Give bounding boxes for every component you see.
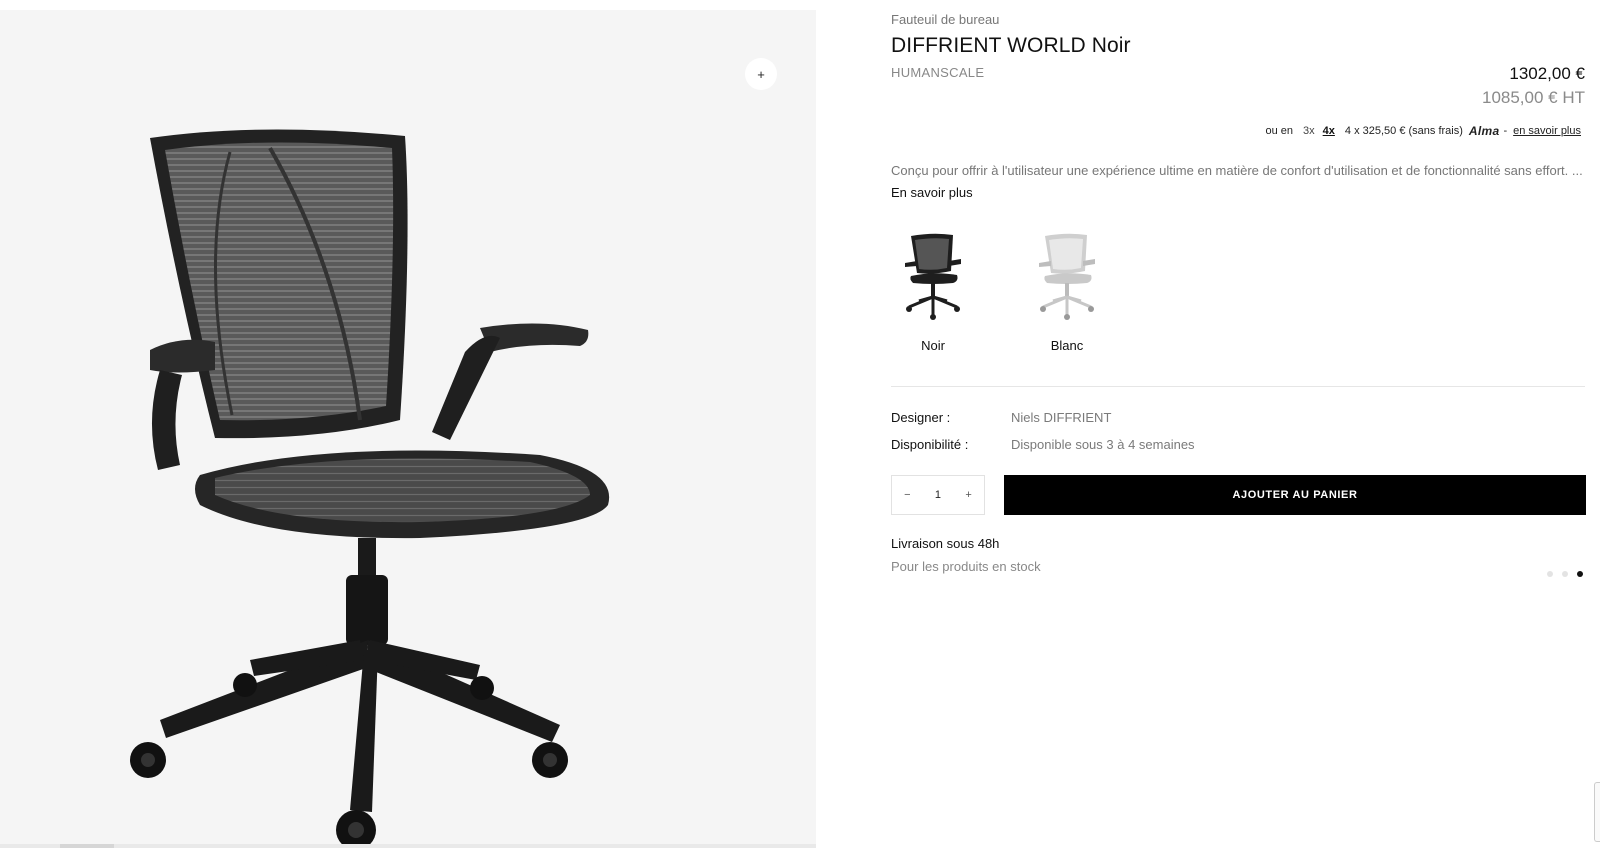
page-scrollbar[interactable] — [1594, 782, 1600, 842]
spec-availability: Disponibilité : Disponible sous 3 à 4 se… — [891, 437, 1195, 452]
financing-prefix: ou en — [1265, 125, 1294, 137]
gallery-scroll-thumb[interactable] — [60, 844, 114, 848]
spec-designer: Designer : Niels DIFFRIENT — [891, 410, 1111, 425]
spec-designer-key: Designer : — [891, 410, 951, 425]
gallery-scrollbar[interactable] — [0, 844, 816, 848]
carousel-dot[interactable] — [1562, 571, 1568, 577]
product-brand[interactable]: HUMANSCALE — [891, 65, 984, 80]
financing-separator: - — [1503, 125, 1508, 137]
alma-financing: ou en 3x 4x 4 x 325,50 € (sans frais) Al… — [1265, 124, 1581, 138]
financing-learn-more-link[interactable]: en savoir plus — [1513, 125, 1581, 137]
variant-blanc[interactable]: Blanc — [1025, 226, 1109, 353]
alma-logo: Alma — [1468, 124, 1500, 138]
variant-noir[interactable]: Noir — [891, 226, 975, 353]
financing-amount: 4 x 325,50 € (sans frais) — [1344, 125, 1463, 137]
add-to-cart-button[interactable]: AJOUTER AU PANIER — [1004, 475, 1586, 515]
zoom-button[interactable]: + — [745, 58, 777, 90]
description-more-link[interactable]: En savoir plus — [891, 185, 973, 200]
carousel-dot-active[interactable] — [1577, 571, 1583, 577]
spec-designer-value: Niels DIFFRIENT — [1011, 410, 1112, 425]
financing-option-4x[interactable]: 4x — [1323, 125, 1335, 137]
variant-blanc-image — [1025, 226, 1109, 326]
product-category[interactable]: Fauteuil de bureau — [891, 12, 999, 27]
product-description: Conçu pour offrir à l'utilisateur une ex… — [891, 160, 1583, 204]
variant-noir-image — [891, 226, 975, 326]
carousel-dot[interactable] — [1547, 571, 1553, 577]
shipping-title: Livraison sous 48h — [891, 536, 1000, 551]
product-price: 1302,00 € — [1509, 64, 1585, 83]
color-variants: Noir Blanc — [891, 226, 1109, 353]
product-gallery: + — [0, 10, 816, 848]
spec-availability-value: Disponible sous 3 à 4 semaines — [1011, 437, 1195, 452]
product-image — [130, 129, 610, 848]
quantity-decrease-button[interactable]: − — [904, 489, 910, 501]
quantity-value[interactable]: 1 — [935, 489, 941, 501]
spec-availability-key: Disponibilité : — [891, 437, 969, 452]
financing-option-3x[interactable]: 3x — [1303, 125, 1315, 137]
description-text: Conçu pour offrir à l'utilisateur une ex… — [891, 163, 1583, 178]
shipping-subtitle: Pour les produits en stock — [891, 559, 1041, 574]
section-divider — [891, 386, 1585, 387]
variant-blanc-label: Blanc — [1050, 338, 1084, 353]
quantity-stepper: − 1 + — [891, 475, 985, 515]
carousel-dots — [1547, 571, 1583, 577]
product-title: DIFFRIENT WORLD Noir — [891, 34, 1131, 57]
product-info: Fauteuil de bureau DIFFRIENT WORLD Noir … — [891, 0, 1586, 848]
product-price-ht: 1085,00 € HT — [1481, 88, 1585, 107]
variant-noir-label: Noir — [921, 338, 945, 353]
quantity-increase-button[interactable]: + — [965, 489, 971, 501]
